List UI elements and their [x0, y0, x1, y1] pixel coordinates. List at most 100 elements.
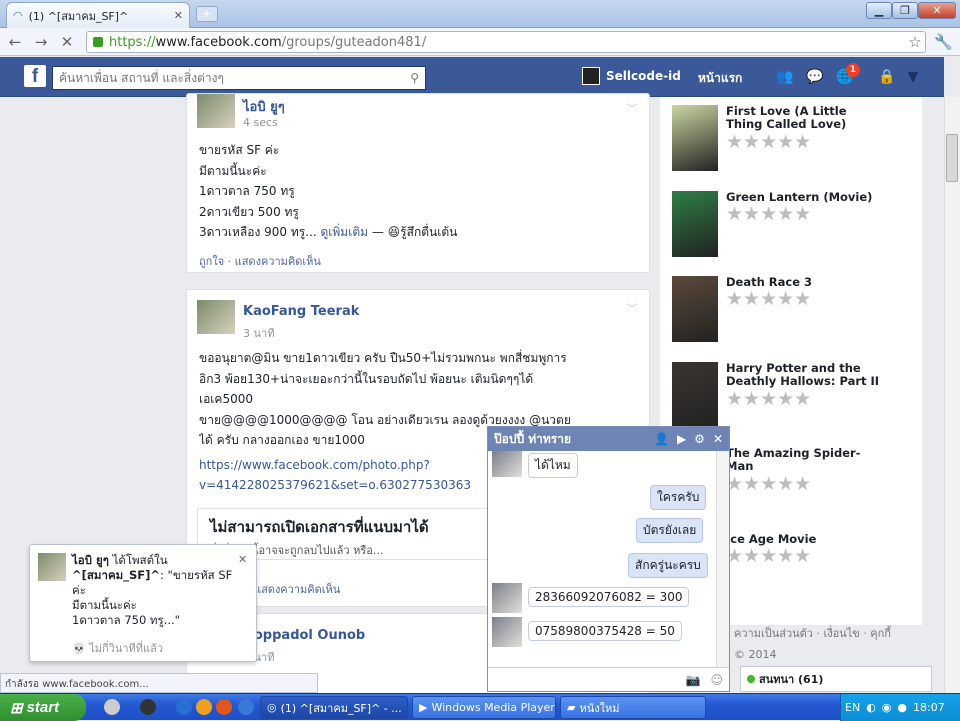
post-author[interactable]: ไอบิ ยูๆ — [243, 96, 285, 117]
post-time[interactable]: 4 secs — [243, 116, 278, 129]
facebook-logo[interactable]: f — [24, 65, 46, 87]
messages-icon[interactable]: 💬 — [806, 69, 824, 85]
camera-icon[interactable]: 📷 — [686, 673, 701, 687]
scrollbar-thumb[interactable] — [946, 134, 958, 182]
quicklaunch-icon[interactable] — [196, 699, 212, 715]
tray-icon[interactable]: ◐ — [866, 701, 876, 714]
new-tab-button[interactable]: + — [196, 6, 218, 22]
tray-icon[interactable]: ◉ — [882, 701, 892, 714]
post-author[interactable]: Noppadol Ounob — [243, 628, 365, 643]
avatar — [492, 583, 522, 613]
footer-links[interactable]: ความเป็นส่วนตัว · เงื่อนไข · คุกกี้ © 20… — [734, 624, 914, 661]
notification-action: ได้โพสต์ใน — [108, 553, 168, 567]
post-body: ขายรหัส SF ค่ะ มีตามนี้นะค่ะ 1ดาวตาล 750… — [199, 140, 639, 243]
close-icon[interactable]: ✕ — [713, 432, 723, 446]
emoticon-icon[interactable]: ☺ — [710, 673, 723, 687]
feed-post: ไอบิ ยูๆ 4 secs ﹀ ขายรหัส SF ค่ะ มีตามนี… — [186, 93, 650, 273]
close-icon[interactable]: ✕ — [238, 553, 247, 566]
movie-title[interactable]: Harry Potter and the Deathly Hallows: Pa… — [726, 362, 882, 388]
movie-poster[interactable] — [672, 191, 718, 257]
chat-header[interactable]: ป๊อปปี้ ท่าทราย 👤 ▶ ⚙ ✕ — [488, 427, 729, 451]
taskbar-button-wmp[interactable]: ▶ Windows Media Player — [412, 696, 556, 719]
loading-spinner-icon: ◠ — [13, 9, 23, 22]
maximize-button[interactable]: ❐ — [892, 2, 918, 19]
post-actions[interactable]: ถูกใจ · แสดงความคิดเห็น — [199, 252, 321, 270]
chevron-down-icon[interactable]: ﹀ — [627, 300, 637, 315]
movie-title[interactable]: The Amazing Spider-Man — [726, 447, 882, 473]
add-friends-icon[interactable]: 👤 — [654, 432, 669, 446]
tray-icon[interactable]: ● — [897, 701, 907, 714]
privacy-icon[interactable]: 🔒 — [878, 69, 896, 85]
language-indicator[interactable]: EN — [845, 701, 860, 714]
chat-input[interactable]: 📷 ☺ — [488, 667, 729, 691]
search-input[interactable]: ค้นหาเพื่อน สถานที่ และสิ่งต่างๆ ⚲ — [52, 66, 426, 90]
start-button[interactable]: ⊞ start — [0, 694, 86, 721]
post-line: มีตามนี้นะค่ะ — [199, 163, 267, 178]
taskbar-button-folder[interactable]: ▰ หนังใหม่ — [560, 696, 706, 719]
movie-title[interactable]: First Love (A Little Thing Called Love) — [726, 105, 882, 131]
rating-stars[interactable]: ★★★★★ — [726, 203, 811, 225]
clock[interactable]: 18:07 — [913, 701, 945, 714]
movie-poster[interactable] — [672, 276, 718, 342]
chat-scrollbar[interactable] — [716, 451, 729, 667]
system-tray: EN ◐ ◉ ● 18:07 — [840, 694, 960, 721]
chat-window: ป๊อปปี้ ท่าทราย 👤 ▶ ⚙ ✕ ได้ไหม ใครครับ บ… — [487, 426, 730, 692]
footer-link-text[interactable]: ความเป็นส่วนตัว · เงื่อนไข · คุกกี้ — [734, 624, 914, 642]
lock-icon — [93, 37, 103, 47]
home-link[interactable]: หน้าแรก — [698, 69, 742, 88]
bookmark-star-icon[interactable]: ☆ — [906, 33, 924, 51]
movie-poster[interactable] — [672, 362, 718, 428]
minimize-button[interactable]: ▁ — [866, 2, 892, 19]
notification-text: ไอบิ ยูๆ ได้โพสต์ใน ^[สมาคม_SF]^: "ขายรห… — [72, 553, 248, 628]
chevron-down-icon[interactable]: ﹀ — [627, 100, 637, 115]
forward-icon[interactable]: → — [32, 33, 50, 51]
url-path: /groups/guteadon481/ — [281, 34, 427, 50]
tab-close-icon[interactable]: ✕ — [174, 9, 183, 22]
chat-sidebar-toggle[interactable]: สนทนา (61) — [740, 666, 932, 692]
post-line: 2ดาวเขียว 500 ทรู — [199, 204, 299, 219]
notification-badge: 1 — [846, 63, 860, 77]
search-icon[interactable]: ⚲ — [410, 71, 419, 85]
quicklaunch-icon[interactable] — [238, 699, 254, 715]
profile-link[interactable]: Sellcode-id — [582, 67, 681, 85]
see-more-link[interactable]: ดูเพิ่มเติม — [321, 225, 369, 239]
rating-stars[interactable]: ★★★★★ — [726, 388, 811, 410]
ie-icon[interactable] — [176, 699, 192, 715]
post-time[interactable]: 3 นาที — [243, 324, 274, 342]
friend-requests-icon[interactable]: 👥 — [776, 69, 794, 85]
quicklaunch-icon[interactable] — [140, 699, 156, 715]
close-window-button[interactable]: ✕ — [918, 2, 956, 19]
facebook-topbar: f ค้นหาเพื่อน สถานที่ และสิ่งต่างๆ ⚲ Sel… — [0, 57, 944, 97]
back-icon[interactable]: ← — [6, 33, 24, 51]
chrome-icon: ◎ — [267, 701, 277, 714]
taskbar-button-chrome[interactable]: ◎ (1) ^[สมาคม_SF]^ - ... — [260, 696, 408, 719]
feeling-tag: — 😆รู้สึกตื่นเต้น — [371, 225, 458, 239]
notification-popup[interactable]: ไอบิ ยูๆ ได้โพสต์ใน ^[สมาคม_SF]^: "ขายรห… — [29, 544, 257, 662]
avatar[interactable] — [197, 94, 235, 128]
url-host: www.facebook.com — [155, 34, 282, 50]
page-scrollbar[interactable] — [944, 97, 960, 693]
rating-stars[interactable]: ★★★★★ — [726, 288, 811, 310]
rating-stars[interactable]: ★★★★★ — [726, 473, 811, 495]
post-author[interactable]: KaoFang Teerak — [243, 304, 359, 319]
browser-tab[interactable]: ◠ (1) ^[สมาคม_SF]^ ✕ — [6, 2, 190, 28]
account-menu-icon[interactable]: ▼ — [904, 69, 922, 85]
movie-poster[interactable] — [672, 105, 718, 171]
notification-line: มีตามนี้นะค่ะ — [72, 598, 137, 612]
video-call-icon[interactable]: ▶ — [677, 432, 686, 446]
post-actions[interactable]: · แสดงความคิดเห็น — [247, 580, 340, 598]
firefox-icon[interactable] — [216, 699, 232, 715]
quicklaunch-icon[interactable] — [104, 699, 120, 715]
rating-stars[interactable]: ★★★★★ — [726, 545, 811, 567]
gear-icon[interactable]: ⚙ — [694, 432, 705, 446]
stop-icon[interactable]: ✕ — [58, 33, 76, 51]
rating-stars[interactable]: ★★★★★ — [726, 131, 811, 153]
url-bar[interactable]: https://www.facebook.com/groups/guteadon… — [86, 31, 926, 53]
avatar[interactable] — [197, 300, 235, 334]
profile-name: Sellcode-id — [606, 69, 681, 83]
chat-message: 28366092076082 = 300 — [528, 587, 690, 607]
chat-message: สักครู่นะครบ — [628, 553, 708, 578]
wrench-icon[interactable]: 🔧 — [934, 33, 953, 51]
post-line: เอเค5000 — [199, 392, 253, 406]
chat-title[interactable]: ป๊อปปี้ ท่าทราย — [494, 430, 646, 449]
